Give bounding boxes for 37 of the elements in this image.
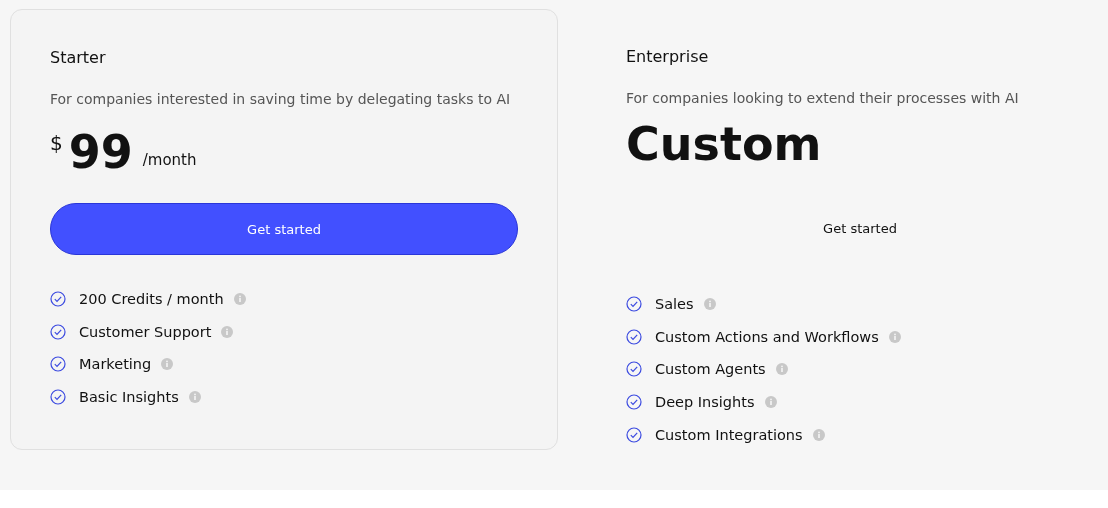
info-icon[interactable]: [764, 396, 777, 409]
feature-label: Customer Support: [79, 323, 212, 340]
custom-price: Custom: [626, 116, 822, 172]
check-circle-icon: [50, 356, 66, 373]
check-circle-icon: [626, 296, 642, 313]
info-icon[interactable]: [233, 293, 246, 306]
feature-label: Custom Actions and Workflows: [655, 328, 879, 345]
get-started-button[interactable]: Get started: [626, 202, 1094, 254]
get-started-button[interactable]: Get started: [50, 203, 518, 255]
info-icon[interactable]: [888, 330, 901, 343]
check-circle-icon: [626, 394, 642, 411]
feature-label: Sales: [655, 296, 694, 313]
feature-label: Custom Agents: [655, 361, 766, 378]
feature-label: 200 Credits / month: [79, 291, 224, 308]
check-circle-icon: [50, 323, 66, 340]
info-icon[interactable]: [221, 325, 234, 338]
feature-label: Custom Integrations: [655, 426, 803, 443]
price-amount: 99: [68, 124, 133, 181]
price-period: /month: [142, 151, 197, 169]
plan-name: Starter: [50, 48, 107, 67]
plan-description: For companies looking to extend their processes with AI: [626, 89, 1020, 108]
info-icon[interactable]: [161, 358, 174, 371]
feature-label: Marketing: [79, 356, 152, 373]
plan-name: Enterprise: [626, 47, 710, 66]
check-circle-icon: [626, 328, 642, 345]
feature-label: Deep Insights: [655, 394, 755, 411]
check-circle-icon: [50, 389, 66, 406]
info-icon[interactable]: [775, 363, 788, 376]
info-icon[interactable]: [812, 428, 825, 441]
info-icon[interactable]: [703, 298, 716, 311]
check-circle-icon: [626, 426, 642, 443]
currency-symbol: $: [50, 131, 63, 155]
check-circle-icon: [626, 361, 642, 378]
feature-label: Basic Insights: [79, 389, 179, 406]
plan-description: For companies interested in saving time by delegating tasks to AI: [50, 90, 512, 109]
info-icon[interactable]: [188, 391, 201, 404]
check-circle-icon: [50, 291, 66, 308]
